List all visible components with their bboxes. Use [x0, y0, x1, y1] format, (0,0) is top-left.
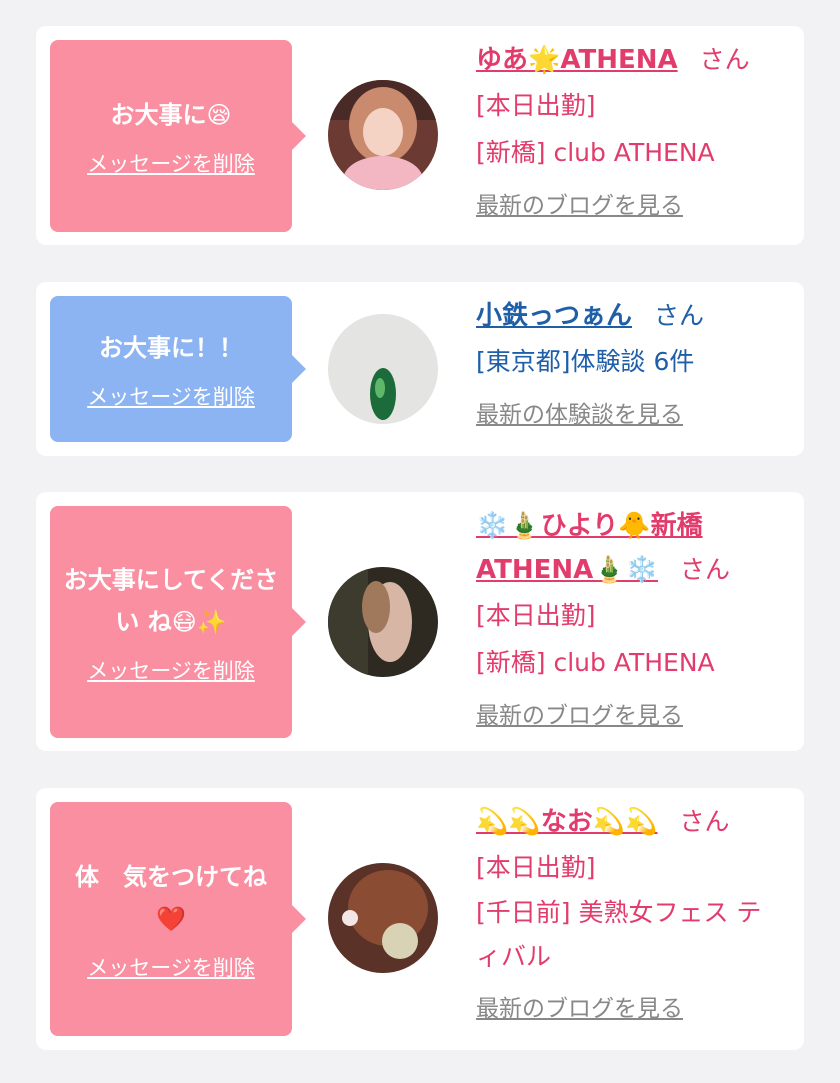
honorific: さん: [699, 45, 750, 74]
honorific: さん: [654, 301, 705, 330]
cast-name-link[interactable]: 💫💫なお💫💫: [476, 807, 658, 837]
message-bubble: お大事にしてください ね😷✨ メッセージを削除: [50, 506, 306, 738]
avatar[interactable]: [328, 80, 438, 190]
reviewer-name-link[interactable]: 小鉄っつぁん: [476, 301, 632, 331]
message-text: お大事にしてください ね😷✨: [63, 566, 279, 636]
message-text: お大事に！！: [99, 334, 243, 362]
latest-review-link[interactable]: 最新の体験談を見る: [476, 395, 796, 435]
honorific: さん: [679, 807, 730, 836]
status-text: [本日出勤]: [476, 853, 596, 882]
status-text: [本日出勤]: [476, 601, 596, 630]
shop-text: [千日前] 美熟女フェス ティバル: [476, 898, 762, 971]
cast-info: 小鉄っつぁん さん [東京都]体験談 6件 最新の体験談を見る: [476, 294, 796, 435]
message-bubble: お大事に！！ メッセージを削除: [50, 296, 306, 442]
cast-name-link[interactable]: ゆあ🌟ATHENA: [476, 45, 678, 75]
latest-blog-link[interactable]: 最新のブログを見る: [476, 186, 796, 226]
message-card: お大事に😪 メッセージを削除 ゆあ🌟ATHENA さん [本日出勤] [新橋] c…: [36, 26, 804, 245]
status-text: [本日出勤]: [476, 91, 596, 120]
shop-text: [新橋] club ATHENA: [476, 648, 715, 677]
delete-message-link[interactable]: メッセージを削除: [87, 381, 255, 411]
avatar[interactable]: [328, 314, 438, 424]
cast-name-link[interactable]: ❄️🎍ひより🐥新橋 ATHENA🎍❄️: [476, 511, 703, 585]
cast-info: ❄️🎍ひより🐥新橋 ATHENA🎍❄️ さん [本日出勤] [新橋] club A…: [476, 504, 796, 736]
delete-message-link[interactable]: メッセージを削除: [87, 148, 255, 178]
cast-info: 💫💫なお💫💫 さん [本日出勤] [千日前] 美熟女フェス ティバル 最新のブログ…: [476, 800, 796, 1029]
cast-info: ゆあ🌟ATHENA さん [本日出勤] [新橋] club ATHENA 最新のブ…: [476, 38, 796, 226]
message-bubble: お大事に😪 メッセージを削除: [50, 40, 306, 232]
message-card: お大事に！！ メッセージを削除 小鉄っつぁん さん [東京都]体験談 6件 最新の…: [36, 282, 804, 456]
latest-blog-link[interactable]: 最新のブログを見る: [476, 696, 796, 736]
review-count-text: [東京都]体験談 6件: [476, 347, 695, 376]
delete-message-link[interactable]: メッセージを削除: [87, 655, 255, 685]
message-card: 体 気をつけてね ❤️ メッセージを削除 💫💫なお💫💫 さん [本日出勤] [千日…: [36, 788, 804, 1050]
message-bubble: 体 気をつけてね ❤️ メッセージを削除: [50, 802, 306, 1036]
message-text: 体 気をつけてね ❤️: [75, 863, 267, 933]
avatar[interactable]: [328, 863, 438, 973]
message-card: お大事にしてください ね😷✨ メッセージを削除 ❄️🎍ひより🐥新橋 ATHENA…: [36, 492, 804, 751]
message-text: お大事に😪: [110, 101, 232, 129]
honorific: さん: [680, 555, 731, 584]
avatar[interactable]: [328, 567, 438, 677]
shop-text: [新橋] club ATHENA: [476, 138, 715, 167]
latest-blog-link[interactable]: 最新のブログを見る: [476, 989, 796, 1029]
delete-message-link[interactable]: メッセージを削除: [87, 952, 255, 982]
